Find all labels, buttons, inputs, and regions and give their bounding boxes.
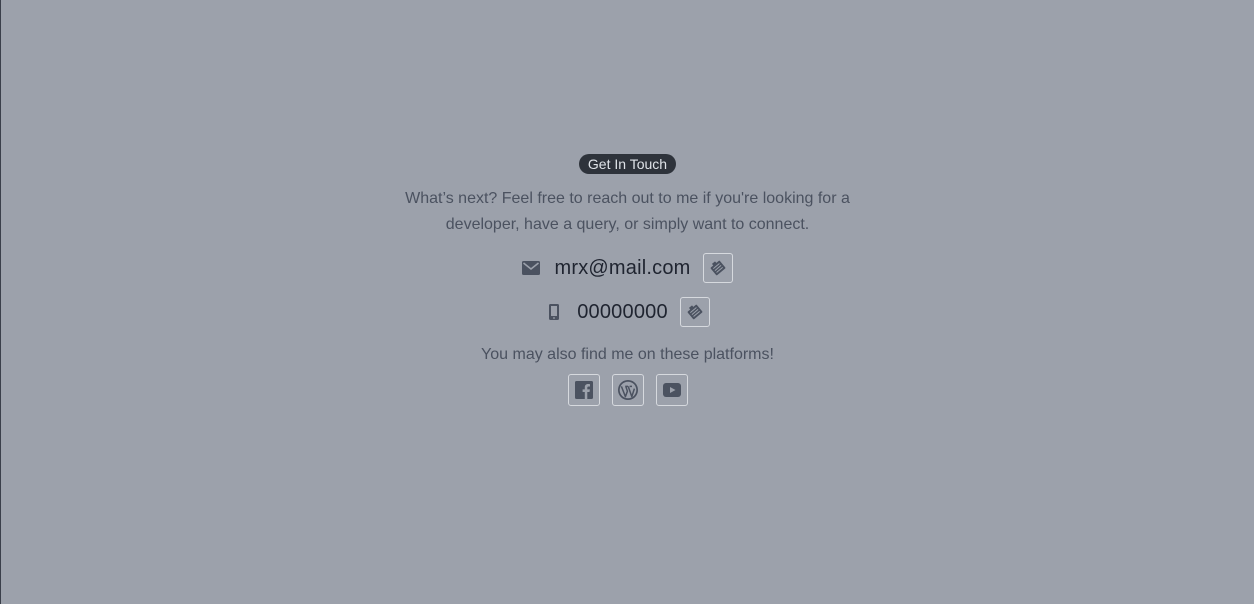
email-address[interactable]: mrx@mail.com xyxy=(554,257,690,280)
phone-number[interactable]: 00000000 xyxy=(577,301,668,324)
youtube-link[interactable] xyxy=(655,374,688,406)
wordpress-link[interactable] xyxy=(611,374,644,406)
intro-text: What’s next? Feel free to reach out to m… xyxy=(405,190,850,233)
contact-section: Get In Touch What’s next? Feel free to r… xyxy=(1,154,1254,406)
facebook-link[interactable] xyxy=(567,374,600,406)
copy-phone-button[interactable] xyxy=(679,297,710,327)
phone-icon xyxy=(545,303,563,321)
mail-icon xyxy=(522,259,541,277)
wordpress-icon xyxy=(617,379,639,401)
copy-icon xyxy=(685,302,705,322)
get-in-touch-badge: Get In Touch xyxy=(578,154,677,174)
copy-email-button[interactable] xyxy=(702,253,733,283)
platforms-text: You may also find me on these platforms! xyxy=(481,346,774,363)
copy-icon xyxy=(708,258,728,278)
email-row: mrx@mail.com xyxy=(522,252,733,284)
social-links xyxy=(567,374,688,406)
youtube-icon xyxy=(662,383,681,397)
phone-row: 00000000 xyxy=(545,296,710,328)
facebook-icon xyxy=(574,381,593,399)
